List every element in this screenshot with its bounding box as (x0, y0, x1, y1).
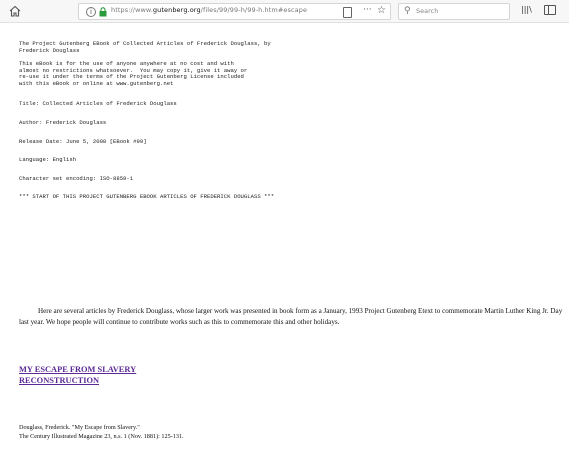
citation-line2: The Century Illustrated Magazine 23, n.s… (19, 433, 184, 440)
toc-link-reconstruction[interactable]: RECONSTRUCTION (19, 376, 99, 385)
reader-view-icon[interactable] (343, 7, 352, 18)
home-icon[interactable] (8, 4, 22, 18)
bookmark-star-icon[interactable]: ☆ (377, 5, 386, 16)
citation-line1: Douglass, Frederick. "My Escape from Sla… (19, 424, 140, 431)
start-marker: *** START OF THIS PROJECT GUTENBERG EBOO… (19, 193, 275, 200)
lock-icon[interactable] (99, 7, 107, 17)
page-actions-icon[interactable]: ··· (363, 5, 372, 15)
info-icon[interactable]: i (86, 7, 96, 17)
url-text[interactable]: https://www.gutenberg.org/files/99/99-h/… (111, 6, 307, 14)
browser-toolbar: i https://www.gutenberg.org/files/99/99-… (0, 0, 569, 23)
meta-release-date: Release Date: June 5, 2008 [EBook #99] (19, 138, 147, 145)
sidebar-toggle-icon[interactable] (544, 5, 556, 15)
toc-link-escape[interactable]: MY ESCAPE FROM SLAVERY (19, 365, 136, 374)
intro-paragraph: Here are several articles by Frederick D… (19, 307, 563, 326)
license-line4: with this eBook or online at www.gutenbe… (19, 79, 174, 87)
meta-title: Title: Collected Articles of Frederick D… (19, 100, 177, 107)
ebook-header-line2: Frederick Douglass (19, 46, 80, 54)
address-bar[interactable]: i https://www.gutenberg.org/files/99/99-… (78, 3, 391, 20)
search-icon: ⚲ (404, 6, 411, 16)
url-prefix: https://www. (111, 6, 153, 14)
library-icon[interactable]: |||\ (521, 5, 532, 14)
search-placeholder: Search (416, 7, 439, 15)
url-domain: gutenberg.org (152, 6, 201, 14)
meta-language: Language: English (19, 156, 77, 163)
meta-author: Author: Frederick Douglass (19, 119, 107, 126)
meta-encoding: Character set encoding: ISO-8859-1 (19, 175, 134, 182)
search-bar[interactable]: ⚲ Search (398, 3, 510, 20)
url-path: /files/99/99-h/99-h.htm#escape (200, 6, 308, 14)
